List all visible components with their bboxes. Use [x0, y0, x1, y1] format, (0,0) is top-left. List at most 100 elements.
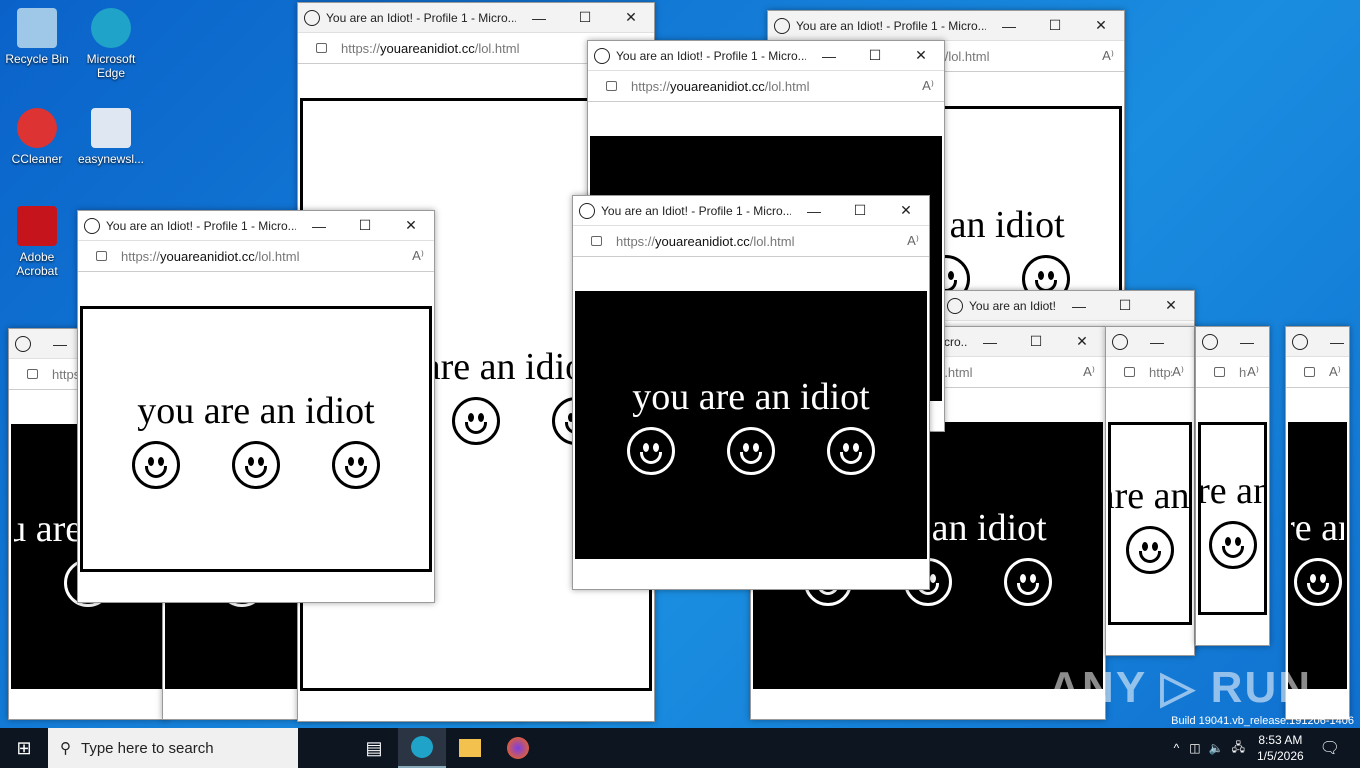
smiley-favicon-icon	[1202, 333, 1218, 350]
minimize-button[interactable]: —	[986, 18, 1032, 34]
browser-window[interactable]: You are an Idiot! - Profile 1 - Micro...…	[1195, 326, 1270, 646]
title-bar[interactable]: You are an Idiot! - Profile 1 - Micro...…	[768, 11, 1124, 41]
window-title: You are an Idiot! - Profile 1 - Micro...	[601, 203, 791, 218]
minimize-button[interactable]: —	[1134, 334, 1180, 350]
title-bar[interactable]: You are an Idiot! - Profile 1 - Micro...…	[1106, 327, 1194, 357]
read-aloud-icon[interactable]: A⁾	[412, 248, 424, 264]
start-button[interactable]: ⊞	[0, 728, 48, 768]
window-title: You are an Idiot! - Profile 1 - Micro...	[326, 10, 516, 25]
smiley-icon	[1126, 525, 1174, 574]
idiot-phrase: you are an idiot	[632, 376, 870, 418]
desktop-icon-easynews[interactable]: easynewsl...	[75, 108, 147, 166]
url-text[interactable]: https://youareanidiot.cc/lol.html	[121, 249, 412, 264]
browser-window[interactable]: You are an Idiot! - Profile 1 - Micro...…	[77, 210, 435, 603]
notifications-icon[interactable]: 🗨	[1320, 738, 1340, 758]
desktop-icon-ccleaner[interactable]: CCleaner	[1, 108, 73, 166]
desktop-icon-edge[interactable]: Microsoft Edge	[75, 8, 147, 80]
minimize-button[interactable]: —	[296, 218, 342, 234]
window-title: You are an Idiot! - Profile 1 - Micro...	[796, 18, 986, 33]
desktop-icon-recycle-bin[interactable]: Recycle Bin	[1, 8, 73, 66]
smiley-icon	[11, 559, 12, 607]
minimize-button[interactable]: —	[791, 203, 837, 219]
title-bar[interactable]: You are an Idiot! - Profile 1 - Micro...…	[1196, 327, 1269, 357]
close-button[interactable]: ✕	[1059, 333, 1105, 350]
volume-icon[interactable]: 🔈	[1209, 741, 1224, 755]
taskbar-edge[interactable]	[398, 728, 446, 768]
address-bar[interactable]: https://youareanidiot.cc/lol.htmlA⁾	[588, 71, 944, 102]
title-bar[interactable]: You are an Idiot! - Profile 1 - Micro...…	[298, 3, 654, 33]
title-bar[interactable]: You are an Idiot! - Profile 1 - Micro...…	[941, 291, 1194, 321]
address-bar[interactable]: https://youareanidiot.cc/lol.htmlA⁾	[1196, 357, 1269, 388]
smiley-icon	[627, 427, 675, 475]
close-button[interactable]: ✕	[608, 9, 654, 26]
desktop-icon-adobe-acrobat[interactable]: Adobe Acrobat	[1, 206, 73, 278]
close-button[interactable]: ✕	[1148, 297, 1194, 314]
smiley-favicon-icon	[774, 17, 790, 34]
tray-chevron[interactable]: ^	[1174, 741, 1180, 755]
read-aloud-icon[interactable]: A⁾	[907, 233, 919, 249]
read-aloud-icon[interactable]: A⁾	[922, 78, 934, 94]
taskbar-file-explorer[interactable]	[446, 728, 494, 768]
smiley-favicon-icon	[594, 47, 610, 64]
minimize-button[interactable]: —	[1224, 334, 1269, 350]
url-text[interactable]: https://youareanidiot.cc/lol.html	[1149, 365, 1172, 380]
folder-icon	[459, 739, 481, 757]
maximize-button[interactable]: ☐	[342, 217, 388, 234]
lock-icon	[606, 81, 617, 91]
maximize-button[interactable]: ☐	[852, 47, 898, 64]
browser-window[interactable]: You are an Idiot! - Profile 1 - Micro...…	[572, 195, 930, 590]
address-bar[interactable]: https://youareanidiot.cc/lol.htmlA⁾	[78, 241, 434, 272]
read-aloud-icon[interactable]: A⁾	[1102, 48, 1114, 64]
page-content: you are an idiot	[1196, 389, 1269, 645]
close-button[interactable]: ✕	[883, 202, 929, 219]
meet-now-icon[interactable]: ◫	[1189, 741, 1200, 755]
lock-icon	[27, 369, 38, 379]
smiley-icon	[332, 441, 380, 489]
minimize-button[interactable]: —	[1314, 334, 1349, 350]
title-bar[interactable]: You are an Idiot! - Profile 1 - Micro...…	[573, 196, 929, 226]
minimize-button[interactable]: —	[967, 334, 1013, 350]
task-view-button[interactable]: ▤	[350, 728, 398, 768]
clock[interactable]: 8:53 AM 1/5/2026	[1257, 732, 1304, 764]
url-text[interactable]: https://youareanidiot.cc/lol.html	[616, 234, 907, 249]
network-icon[interactable]: 🖧	[1232, 738, 1245, 759]
address-bar[interactable]: https://youareanidiot.cc/lol.htmlA⁾	[1106, 357, 1194, 388]
maximize-button[interactable]: ☐	[1180, 333, 1194, 350]
minimize-button[interactable]: —	[806, 48, 852, 64]
minimize-button[interactable]: —	[516, 10, 562, 26]
smiley-icon	[727, 427, 775, 475]
page-content: you are an idiot	[78, 273, 434, 602]
url-text[interactable]: https://youareanidiot.cc/lol.html	[631, 79, 922, 94]
read-aloud-icon[interactable]: A⁾	[1247, 364, 1259, 380]
close-button[interactable]: ✕	[388, 217, 434, 234]
idiot-phrase: you are an idiot	[1111, 474, 1190, 517]
title-bar[interactable]: You are an Idiot! - Profile 1 - Micro...…	[78, 211, 434, 241]
address-bar[interactable]: https://youareanidiot.cc/lol.htmlA⁾	[573, 226, 929, 257]
maximize-button[interactable]: ☐	[1032, 17, 1078, 34]
browser-window[interactable]: You are an Idiot! - Profile 1 - Micro...…	[1105, 326, 1195, 656]
smiley-icon	[1293, 557, 1342, 606]
maximize-button[interactable]: ☐	[1013, 333, 1059, 350]
title-bar[interactable]: You are an Idiot! - Profile 1 - Micro...…	[588, 41, 944, 71]
maximize-button[interactable]: ☐	[562, 9, 608, 26]
close-button[interactable]: ✕	[1078, 17, 1124, 34]
title-bar[interactable]: You are an Idiot! - Profile 1 - Micro...…	[1286, 327, 1349, 357]
smiley-icon	[1208, 520, 1257, 569]
browser-window[interactable]: You are an Idiot! - Profile 1 - Micro...…	[1285, 326, 1350, 720]
url-text[interactable]: https://youareanidiot.cc/lol.html	[1239, 365, 1247, 380]
taskbar-firefox[interactable]	[494, 728, 542, 768]
read-aloud-icon[interactable]: A⁾	[1083, 364, 1095, 380]
address-bar[interactable]: https://youareanidiot.cc/lol.htmlA⁾	[1286, 357, 1349, 388]
taskbar-search[interactable]: ⚲ Type here to search	[48, 728, 298, 768]
read-aloud-icon[interactable]: A⁾	[1172, 364, 1184, 380]
maximize-button[interactable]: ☐	[1102, 297, 1148, 314]
task-view-icon: ▤	[365, 737, 383, 758]
page-content: you are an idiot	[573, 258, 929, 589]
minimize-button[interactable]: —	[1056, 298, 1102, 314]
read-aloud-icon[interactable]: A⁾	[1329, 364, 1341, 380]
anyrun-watermark: ANY ▷ RUN	[1048, 663, 1312, 712]
lock-icon	[1304, 367, 1315, 377]
smiley-favicon-icon	[579, 202, 595, 219]
maximize-button[interactable]: ☐	[837, 202, 883, 219]
close-button[interactable]: ✕	[898, 47, 944, 64]
